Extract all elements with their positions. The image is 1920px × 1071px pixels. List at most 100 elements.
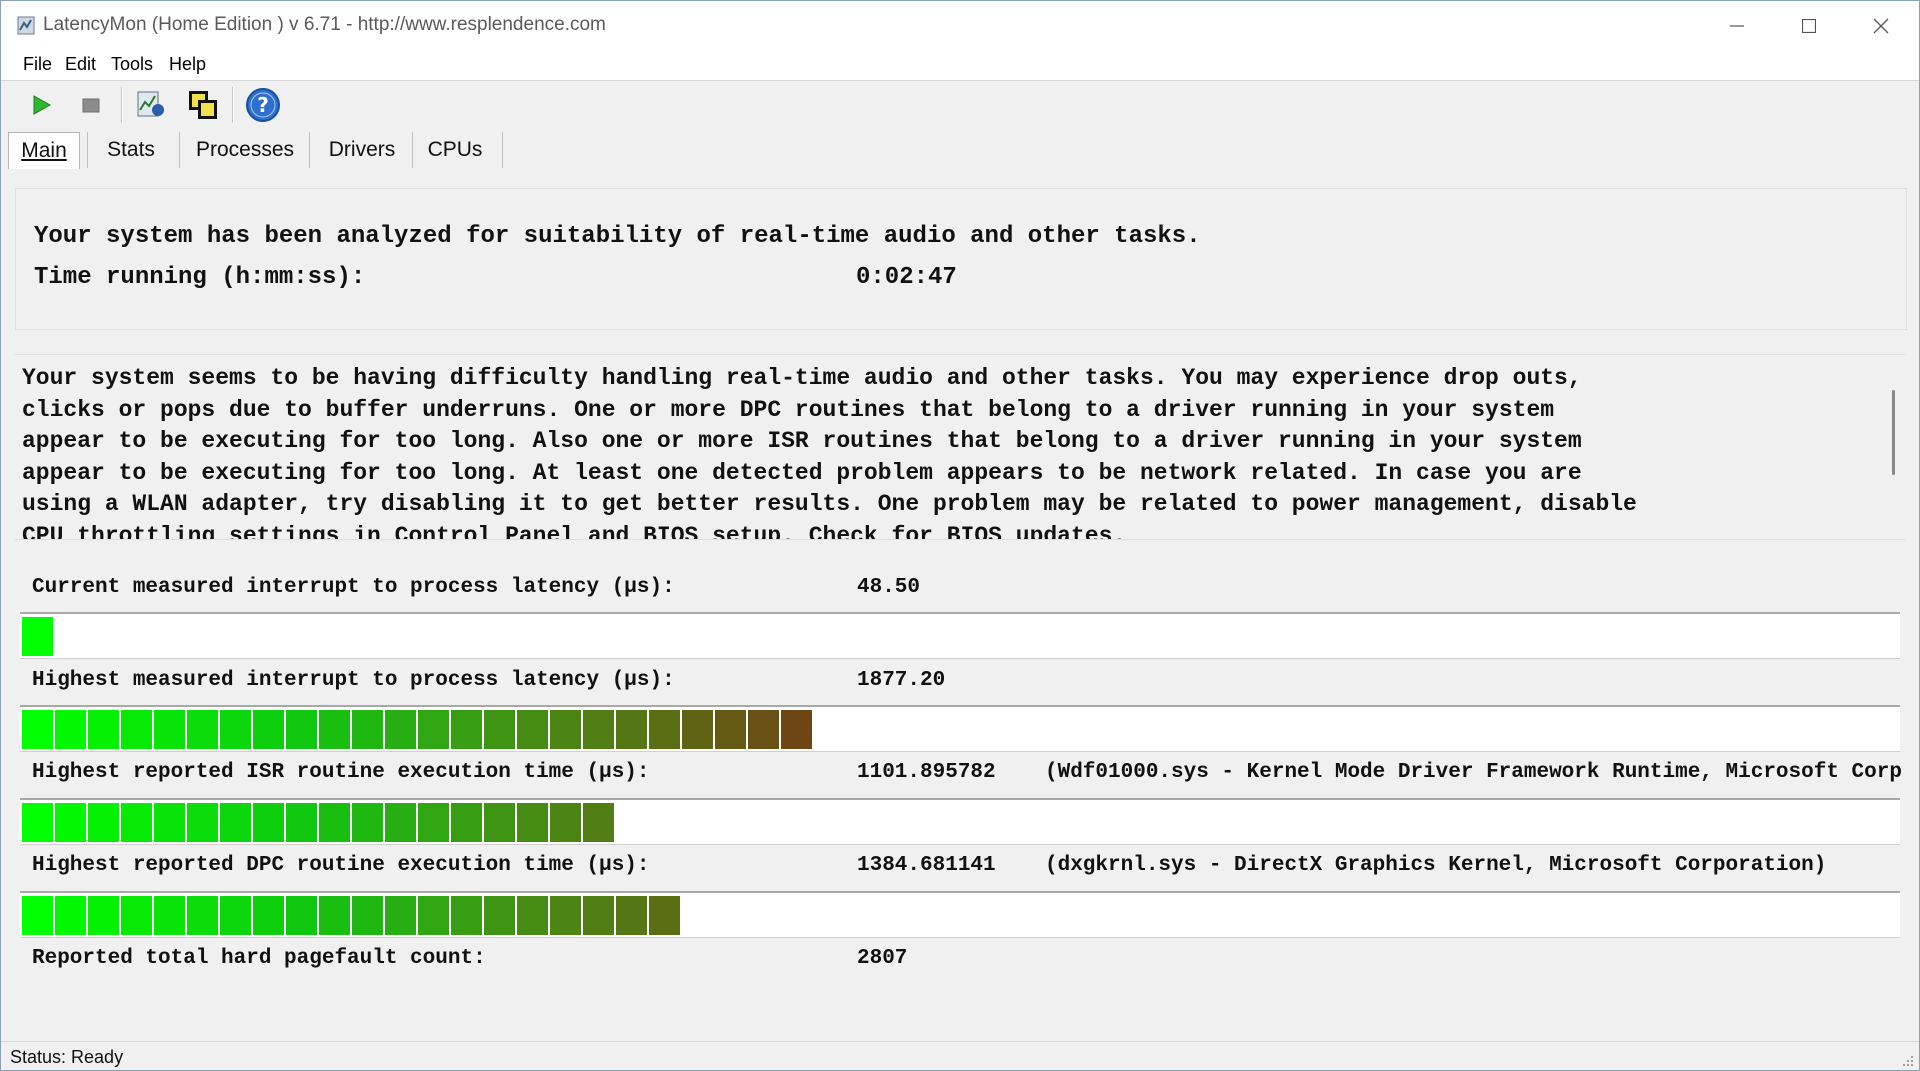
bar-segment [715, 710, 746, 749]
bar-segment [220, 803, 251, 842]
latencymon-window: LatencyMon (Home Edition ) v 6.71 - http… [0, 0, 1920, 1071]
bar-segment [187, 803, 218, 842]
tab-stats[interactable]: Stats [93, 132, 169, 168]
bar-segment [22, 710, 53, 749]
bar-segment [253, 896, 284, 935]
bar-segment [187, 896, 218, 935]
copy-icon [189, 91, 217, 119]
tab-separator [179, 132, 180, 168]
tab-main[interactable]: Main [8, 132, 80, 169]
menu-tools[interactable]: Tools [111, 54, 153, 75]
close-button[interactable] [1845, 1, 1917, 50]
highest-latency-bar-track [20, 705, 1900, 752]
isr-time-label: Highest reported ISR routine execution t… [32, 761, 650, 784]
tab-strip: Main Stats Processes Drivers CPUs [1, 130, 1919, 170]
bar-segment [484, 710, 515, 749]
menu-file[interactable]: File [23, 54, 52, 75]
tab-separator [412, 132, 413, 168]
bar-segment [154, 803, 185, 842]
report-scrollbar[interactable] [1892, 390, 1895, 475]
bar-segment [319, 710, 350, 749]
bar-segment [616, 896, 647, 935]
bar-segment [550, 896, 581, 935]
bar-segment [451, 803, 482, 842]
current-latency-label: Current measured interrupt to process la… [32, 576, 675, 599]
pagefault-label: Reported total hard pagefault count: [32, 947, 486, 970]
bar-segment [88, 896, 119, 935]
close-icon [1873, 18, 1889, 33]
bar-segment [385, 896, 416, 935]
tab-processes-label: Processes [195, 138, 295, 161]
help-button[interactable]: ? [245, 87, 281, 123]
report-text: Your system seems to be having difficult… [22, 365, 1637, 540]
isr-time-bar [22, 803, 614, 842]
bar-segment [649, 896, 680, 935]
isr-time-bar-track [20, 798, 1900, 845]
bar-segment [88, 803, 119, 842]
status-bar: Status: Ready [1, 1041, 1919, 1070]
bar-segment [517, 710, 548, 749]
tab-separator [87, 132, 88, 168]
summary-headline: Your system has been analyzed for suitab… [34, 223, 1201, 250]
bar-segment [649, 710, 680, 749]
highest-latency-bar [22, 710, 812, 749]
highest-latency-value: 1877.20 [857, 669, 946, 692]
bar-segment [154, 710, 185, 749]
status-text: Status: Ready [10, 1047, 124, 1067]
bar-segment [22, 803, 53, 842]
start-button[interactable] [23, 87, 59, 123]
bar-segment [385, 710, 416, 749]
bar-segment [22, 896, 53, 935]
bar-segment [451, 896, 482, 935]
bar-segment [352, 896, 383, 935]
bar-segment [418, 710, 449, 749]
dpc-time-bar-track [20, 891, 1900, 938]
tab-main-label: Main [21, 139, 67, 162]
stop-button[interactable] [73, 87, 109, 123]
bar-segment [286, 710, 317, 749]
resize-grip-icon[interactable] [1901, 1054, 1915, 1068]
maximize-button[interactable] [1773, 1, 1845, 50]
bar-segment [55, 803, 86, 842]
dpc-time-value: 1384.681141 [857, 854, 996, 877]
current-latency-value: 48.50 [857, 576, 921, 599]
toolbar: ? [1, 81, 1919, 130]
tab-processes[interactable]: Processes [187, 132, 303, 168]
bar-segment [253, 803, 284, 842]
bar-segment [88, 710, 119, 749]
menu-help[interactable]: Help [169, 54, 206, 75]
isr-time-value: 1101.895782 [857, 761, 996, 784]
bar-segment [220, 710, 251, 749]
bar-segment [418, 803, 449, 842]
tab-stats-label: Stats [107, 138, 155, 161]
dpc-driver-detail: (dxgkrnl.sys - DirectX Graphics Kernel, … [1045, 854, 1827, 877]
pagefault-value: 2807 [857, 947, 908, 970]
menu-edit[interactable]: Edit [65, 54, 96, 75]
bar-segment [616, 710, 647, 749]
tab-drivers[interactable]: Drivers [317, 132, 407, 168]
bar-segment [55, 710, 86, 749]
report-panel[interactable]: Your system seems to be having difficult… [15, 354, 1905, 540]
bar-segment [748, 710, 779, 749]
toolbar-separator [232, 87, 234, 123]
copy-button[interactable] [185, 87, 221, 123]
bar-segment [187, 710, 218, 749]
minimize-icon [1730, 24, 1744, 27]
bar-segment [286, 896, 317, 935]
bar-segment [451, 710, 482, 749]
bar-segment [583, 803, 614, 842]
bar-segment [253, 710, 284, 749]
tab-drivers-label: Drivers [328, 138, 396, 161]
summary-panel: Your system has been analyzed for suitab… [15, 188, 1907, 330]
tab-cpus[interactable]: CPUs [419, 132, 491, 168]
analyze-icon [137, 91, 164, 117]
analyze-button[interactable] [133, 87, 169, 123]
minimize-button[interactable] [1701, 1, 1773, 50]
tab-cpus-label: CPUs [427, 138, 483, 161]
bar-segment [55, 896, 86, 935]
bar-segment [319, 896, 350, 935]
bar-segment [121, 710, 152, 749]
isr-driver-detail: (Wdf01000.sys - Kernel Mode Driver Frame… [1045, 761, 1901, 784]
tab-separator [309, 132, 310, 168]
bar-segment [682, 710, 713, 749]
